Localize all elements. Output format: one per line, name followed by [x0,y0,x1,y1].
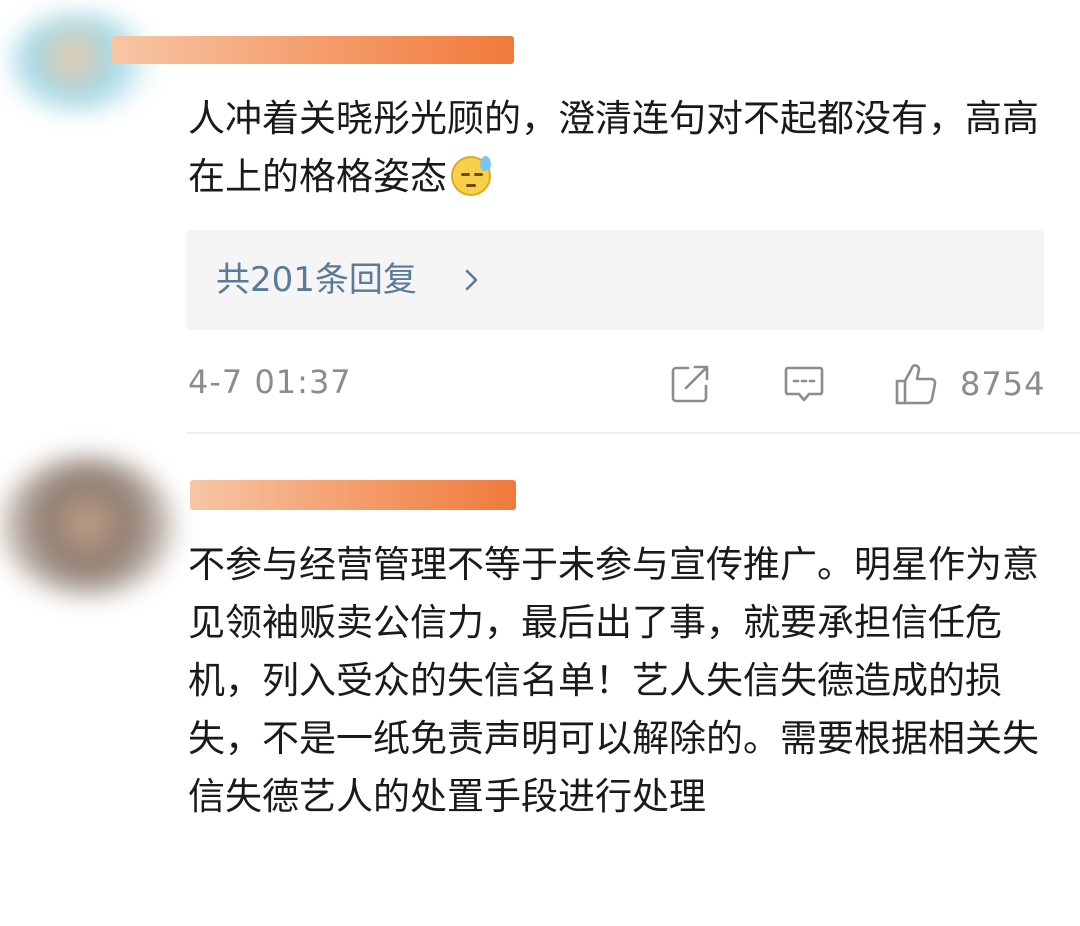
sweat-face-emoji-icon [451,156,491,196]
chevron-right-icon [465,269,478,291]
comment-text: 人冲着关晓彤光顾的，澄清连句对不起都没有，高高在上的格格姿态 [188,90,1048,206]
comment-text: 不参与经营管理不等于未参与宣传推广。明星作为意见领袖贩卖公信力，最后出了事，就要… [188,543,1039,818]
avatar[interactable] [0,456,175,596]
like-count: 8754 [960,365,1046,403]
replies-preview[interactable]: 共201条回复 [186,230,1044,330]
share-icon[interactable] [668,362,712,406]
comment-item: 不参与经营管理不等于未参与宣传推广。明星作为意见领袖贩卖公信力，最后出了事，就要… [0,434,1080,926]
comment-icon[interactable] [782,362,826,406]
author-name-redaction [112,36,514,64]
comment-timestamp: 4-7 01:37 [188,363,352,401]
like-icon[interactable] [892,360,940,408]
comment-item: 人冲着关晓彤光顾的，澄清连句对不起都没有，高高在上的格格姿态 共201条回复 4… [0,0,1080,434]
comment-text-content: 人冲着关晓彤光顾的，澄清连句对不起都没有，高高在上的格格姿态 [188,97,1039,198]
author-name-redaction [190,480,516,510]
replies-link[interactable]: 共201条回复 [216,258,417,302]
